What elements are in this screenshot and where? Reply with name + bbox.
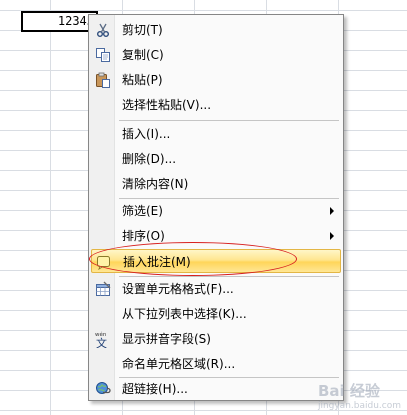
menu-item-cut[interactable]: 剪切(T) bbox=[91, 18, 341, 42]
menu-item-label: 从下拉列表中选择(K)... bbox=[122, 307, 247, 321]
menu-item-label: 删除(D)... bbox=[122, 152, 177, 166]
menu-item-label: 粘贴(P) bbox=[122, 73, 163, 87]
paste-icon bbox=[94, 71, 112, 89]
menu-item-show-phonetic[interactable]: wén 文 显示拼音字段(S) bbox=[91, 327, 341, 351]
menu-item-label: 排序(O) bbox=[122, 229, 165, 243]
svg-text:文: 文 bbox=[96, 336, 107, 348]
menu-item-paste-special[interactable]: 选择性粘贴(V)... bbox=[91, 93, 341, 117]
menu-separator bbox=[119, 120, 339, 121]
context-menu: 剪切(T) 复制(C) 粘贴(P) 选择性粘贴(V)... 插入(I)... 删… bbox=[88, 14, 344, 401]
menu-item-clear-contents[interactable]: 清除内容(N) bbox=[91, 172, 341, 196]
menu-item-format-cells[interactable]: 设置单元格格式(F)... bbox=[91, 277, 341, 301]
menu-item-filter[interactable]: 筛选(E) bbox=[91, 199, 341, 223]
menu-item-hyperlink[interactable]: 超链接(H)... bbox=[91, 377, 341, 401]
menu-item-delete[interactable]: 删除(D)... bbox=[91, 147, 341, 171]
phonetic-icon: wén 文 bbox=[94, 330, 112, 348]
watermark-subtext: jingyan.baidu.com bbox=[317, 401, 401, 411]
menu-item-label: 清除内容(N) bbox=[122, 177, 189, 191]
menu-item-label: 剪切(T) bbox=[122, 23, 163, 37]
menu-item-label: 复制(C) bbox=[122, 48, 164, 62]
menu-item-label: 显示拼音字段(S) bbox=[122, 332, 211, 346]
menu-item-copy[interactable]: 复制(C) bbox=[91, 43, 341, 67]
highlight-annotation-oval bbox=[89, 242, 297, 276]
scissors-icon bbox=[94, 21, 112, 39]
hyperlink-icon bbox=[94, 380, 112, 398]
menu-item-label: 选择性粘贴(V)... bbox=[122, 98, 212, 112]
watermark-text: Bai 经验 bbox=[317, 382, 380, 400]
menu-item-label: 设置单元格格式(F)... bbox=[122, 282, 234, 296]
submenu-arrow-icon bbox=[330, 232, 334, 240]
menu-item-paste[interactable]: 粘贴(P) bbox=[91, 68, 341, 92]
menu-item-insert[interactable]: 插入(I)... bbox=[91, 122, 341, 146]
copy-icon bbox=[94, 46, 112, 64]
menu-item-define-name[interactable]: 命名单元格区域(R)... bbox=[91, 352, 341, 376]
submenu-arrow-icon bbox=[330, 207, 334, 215]
format-cells-icon bbox=[94, 280, 112, 298]
menu-item-label: 超链接(H)... bbox=[122, 382, 188, 396]
menu-item-label: 插入(I)... bbox=[122, 127, 171, 141]
menu-item-label: 命名单元格区域(R)... bbox=[122, 357, 236, 371]
active-cell[interactable]: 12345 bbox=[21, 11, 98, 32]
menu-item-label: 筛选(E) bbox=[122, 204, 163, 218]
watermark: Bai 经验 jingyan.baidu.com bbox=[318, 380, 401, 411]
menu-item-pick-from-list[interactable]: 从下拉列表中选择(K)... bbox=[91, 302, 341, 326]
